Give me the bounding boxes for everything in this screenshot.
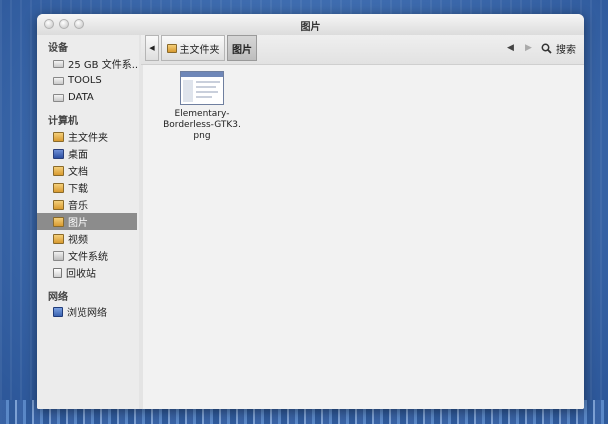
sidebar-item-music[interactable]: 音乐 <box>37 196 137 213</box>
sidebar: 设备 25 GB 文件系... TOOLS DATA 计算机 主文件夹 桌面 文… <box>37 35 140 409</box>
sidebar-item-label: 下载 <box>68 184 88 195</box>
sidebar-item-label: 桌面 <box>68 150 88 161</box>
sidebar-heading-network: 网络 <box>48 292 68 303</box>
path-scroll-left-button[interactable]: ◀ <box>145 35 159 61</box>
sidebar-item-browse-network[interactable]: 浏览网络 <box>37 303 137 320</box>
sidebar-item-25gb-filesystem[interactable]: 25 GB 文件系... <box>37 55 137 72</box>
titlebar[interactable]: 图片 <box>37 14 584 36</box>
file-manager-window: 图片 设备 25 GB 文件系... TOOLS DATA 计算机 主文件夹 桌… <box>37 14 584 409</box>
toolbar: ◀ 主文件夹 图片 ◀ ▶ 搜索 <box>141 35 584 65</box>
sidebar-item-label: 文档 <box>68 167 88 178</box>
file-item[interactable]: Elementary- Borderless-GTK3. png <box>162 71 242 142</box>
file-name-line: png <box>193 131 211 141</box>
sidebar-item-label: 回收站 <box>66 269 96 280</box>
sidebar-item-documents[interactable]: 文档 <box>37 162 137 179</box>
drive-icon <box>53 76 64 85</box>
sidebar-item-label: 视频 <box>68 235 88 246</box>
sidebar-item-pictures[interactable]: 图片 <box>37 213 137 230</box>
desktop-icon <box>53 148 64 159</box>
drive-icon <box>53 93 64 102</box>
file-view[interactable]: Elementary- Borderless-GTK3. png <box>143 65 584 409</box>
network-icon <box>53 306 63 317</box>
sidebar-heading-devices: 设备 <box>48 43 68 54</box>
path-button-pictures[interactable]: 图片 <box>227 35 257 61</box>
chevron-left-icon: ◀ <box>149 44 155 52</box>
sidebar-item-data[interactable]: DATA <box>37 89 137 106</box>
sidebar-item-label: 文件系统 <box>68 252 108 263</box>
file-name-line: Borderless-GTK3. <box>163 120 241 130</box>
back-arrow-icon[interactable]: ◀ <box>507 43 514 53</box>
file-name: Elementary- Borderless-GTK3. png <box>162 109 242 142</box>
sidebar-heading-computer: 计算机 <box>48 116 78 127</box>
search-icon <box>541 43 552 54</box>
pictures-folder-icon <box>53 216 64 227</box>
path-button-label: 图片 <box>232 44 252 56</box>
drive-icon <box>53 59 64 68</box>
sidebar-item-label: 主文件夹 <box>68 133 108 144</box>
home-folder-icon <box>166 43 177 53</box>
videos-folder-icon <box>53 233 64 244</box>
downloads-folder-icon <box>53 182 64 193</box>
sidebar-item-videos[interactable]: 视频 <box>37 230 137 247</box>
sidebar-item-tools[interactable]: TOOLS <box>37 72 137 89</box>
sidebar-item-label: 图片 <box>68 218 88 229</box>
path-button-label: 主文件夹 <box>179 44 220 56</box>
sidebar-item-label: 音乐 <box>68 201 88 212</box>
forward-arrow-icon[interactable]: ▶ <box>525 43 532 53</box>
sidebar-item-trash[interactable]: 回收站 <box>37 264 137 281</box>
sidebar-item-home[interactable]: 主文件夹 <box>37 128 137 145</box>
file-name-line: Elementary- <box>174 109 230 119</box>
sidebar-item-label: DATA <box>68 92 94 103</box>
path-button-home[interactable]: 主文件夹 <box>161 35 225 61</box>
home-folder-icon <box>53 131 64 142</box>
window-title: 图片 <box>300 22 321 33</box>
search-label: 搜索 <box>556 44 576 56</box>
sidebar-item-label: 25 GB 文件系... <box>68 60 137 71</box>
sidebar-item-label: 浏览网络 <box>67 308 107 319</box>
sidebar-item-downloads[interactable]: 下载 <box>37 179 137 196</box>
sidebar-item-filesystem[interactable]: 文件系统 <box>37 247 137 264</box>
sidebar-item-desktop[interactable]: 桌面 <box>37 145 137 162</box>
filesystem-icon <box>53 250 64 261</box>
music-folder-icon <box>53 199 64 210</box>
trash-icon <box>53 267 62 278</box>
sidebar-item-label: TOOLS <box>68 75 102 86</box>
image-thumbnail <box>180 71 224 105</box>
documents-folder-icon <box>53 165 64 176</box>
search-button[interactable]: 搜索 <box>541 41 576 56</box>
